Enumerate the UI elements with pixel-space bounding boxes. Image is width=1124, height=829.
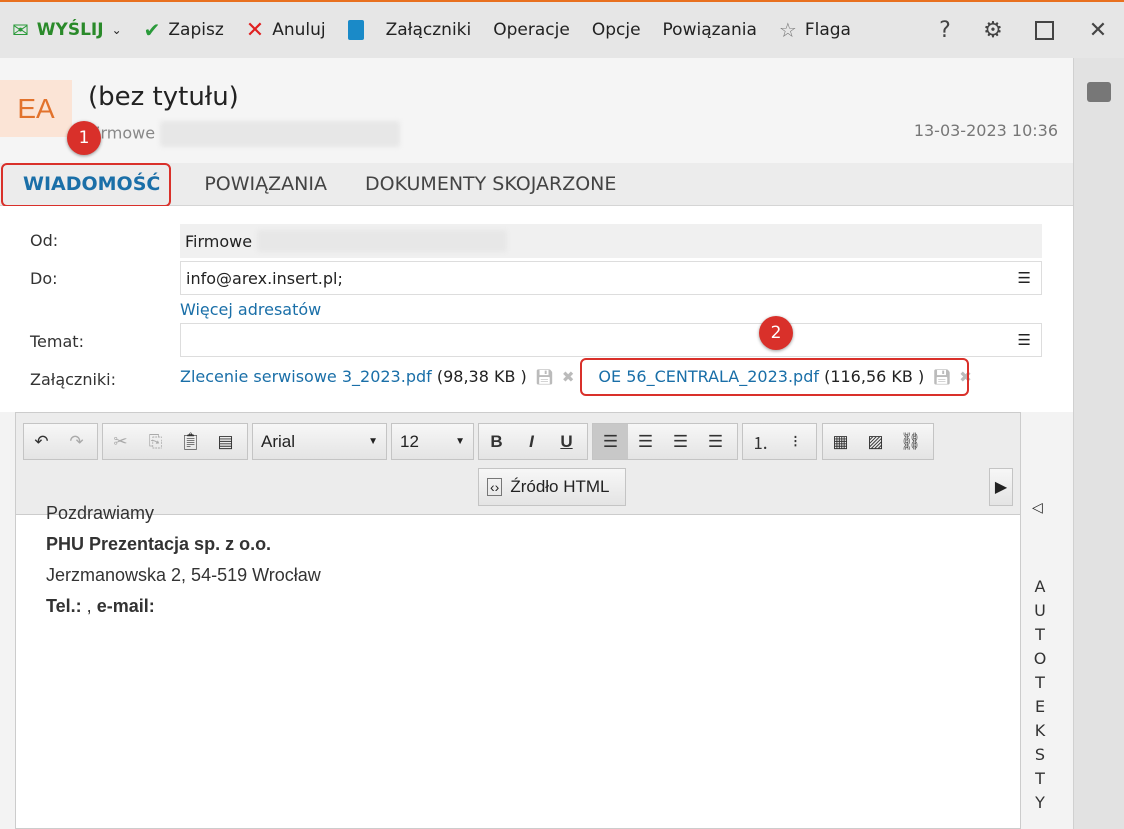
bullet-list-icon[interactable]: ⁝ [778, 424, 813, 459]
links-button[interactable]: Powiązania [663, 20, 757, 40]
align-center-icon[interactable]: ☰ [628, 424, 663, 459]
save-button[interactable]: ✔ Zapisz [144, 18, 224, 42]
send-mail-icon: ✉ [12, 18, 29, 42]
menu-icon[interactable]: ☰ [1018, 269, 1031, 287]
blurred-email [257, 230, 508, 252]
attachment-link[interactable]: Zlecenie serwisowe 3_2023.pdf [180, 367, 432, 386]
autotexts-label: AUTOTEKSTY [1033, 577, 1047, 812]
from-field: Firmowe [180, 224, 1042, 258]
align-right-icon[interactable]: ☰ [663, 424, 698, 459]
tab-associated-documents[interactable]: DOKUMENTY SKOJARZONE [346, 173, 635, 195]
sender-line: Firmowe [88, 121, 401, 147]
close-icon[interactable]: ✕ [1078, 2, 1118, 58]
to-label: Do: [30, 269, 58, 288]
message-date: 13-03-2023 10:36 [913, 121, 1058, 140]
italic-icon[interactable]: I [514, 424, 549, 459]
trash-icon [347, 20, 364, 40]
undo-icon[interactable]: ↶ [24, 424, 59, 459]
star-icon: ☆ [778, 18, 797, 42]
copy-icon[interactable]: ⎘ [138, 424, 173, 459]
chat-icon[interactable] [1087, 82, 1111, 102]
cancel-button[interactable]: ✕ Anuluj [246, 18, 326, 43]
dropdown-arrow-icon: ▼ [455, 436, 465, 447]
maximize-icon[interactable] [1024, 2, 1064, 58]
subject-label: Temat: [30, 332, 84, 351]
help-button[interactable]: ? [925, 2, 965, 58]
callout-badge-2: 2 [759, 316, 793, 350]
collapse-left-icon[interactable]: ◁ [1032, 500, 1043, 516]
font-select[interactable]: Arial ▼ [252, 423, 387, 460]
greeting-text: Pozdrawiamy [46, 503, 155, 523]
highlight-box-tab [1, 163, 171, 207]
highlight-box-attachment [580, 358, 969, 396]
rich-text-editor: ↶ ↷ ✂ ⎘ 📋︎ ▤ Arial ▼ 12 ▼ BIU ☰ ☰ ☰ ☰ ⒈ ⁝ ▦ ▨ ⛓ ‹› Źr… [15, 412, 1021, 829]
close-x-icon: ✕ [245, 17, 265, 43]
menu-icon[interactable]: ☰ [1018, 331, 1031, 349]
align-justify-icon[interactable]: ☰ [698, 424, 733, 459]
expand-toolbar-button[interactable]: ▶ [989, 468, 1013, 506]
delete-button[interactable] [347, 20, 364, 40]
company-name: PHU Prezentacja sp. z o.o. [46, 534, 272, 554]
right-sidebar [1073, 58, 1124, 829]
message-title: (bez tytułu) [88, 82, 239, 112]
editor-body[interactable]: Pozdrawiamy PHU Prezentacja sp. z o.o. J… [46, 498, 321, 622]
paste-icon[interactable]: 📋︎ [173, 424, 208, 459]
to-input[interactable]: info@arex.insert.pl; ☰ [180, 261, 1042, 295]
attachments-button[interactable]: Załączniki [386, 20, 472, 40]
save-disk-icon[interactable]: 💾︎ [535, 368, 554, 386]
company-address: Jerzmanowska 2, 54-519 Wrocław [46, 565, 321, 585]
code-file-icon: ‹› [487, 478, 503, 496]
save-check-icon: ✔ [143, 18, 161, 42]
operations-button[interactable]: Operacje [493, 20, 570, 40]
options-button[interactable]: Opcje [592, 20, 641, 40]
callout-badge-1: 1 [67, 121, 101, 155]
paste-text-icon[interactable]: ▤ [208, 424, 243, 459]
chevron-down-icon: ⌄ [111, 23, 122, 37]
redo-icon[interactable]: ↷ [59, 424, 94, 459]
align-left-icon[interactable]: ☰ [593, 424, 628, 459]
more-recipients-link[interactable]: Więcej adresatów [180, 300, 321, 319]
blurred-email [160, 121, 401, 147]
html-source-button[interactable]: ‹› Źródło HTML [478, 468, 626, 506]
remove-icon[interactable]: ✖ [562, 368, 575, 386]
contact-line: Tel.: , e-mail: [46, 596, 155, 616]
autotexts-panel[interactable]: ◁ AUTOTEKSTY [1021, 412, 1073, 829]
gear-icon[interactable]: ⚙ [973, 2, 1013, 58]
attachments-label: Załączniki: [30, 370, 116, 389]
subject-input[interactable]: ☰ [180, 323, 1042, 357]
underline-icon[interactable]: U [549, 424, 584, 459]
link-icon[interactable]: ⛓ [893, 424, 928, 459]
size-select[interactable]: 12 ▼ [391, 423, 474, 460]
numbered-list-icon[interactable]: ⒈ [743, 424, 778, 459]
main-toolbar: ✉ WYŚLIJ ⌄ ✔ Zapisz ✕ Anuluj Załączniki Oper… [0, 2, 1124, 58]
table-icon[interactable]: ▦ [823, 424, 858, 459]
send-button[interactable]: ✉ WYŚLIJ ⌄ [12, 18, 122, 42]
image-icon[interactable]: ▨ [858, 424, 893, 459]
dropdown-arrow-icon: ▼ [368, 436, 378, 447]
avatar: EA [0, 80, 72, 137]
from-label: Od: [30, 231, 59, 250]
bold-icon[interactable]: B [479, 424, 514, 459]
flag-button[interactable]: ☆ Flaga [779, 18, 851, 42]
cut-icon[interactable]: ✂ [103, 424, 138, 459]
tab-links[interactable]: POWIĄZANIA [179, 173, 346, 195]
